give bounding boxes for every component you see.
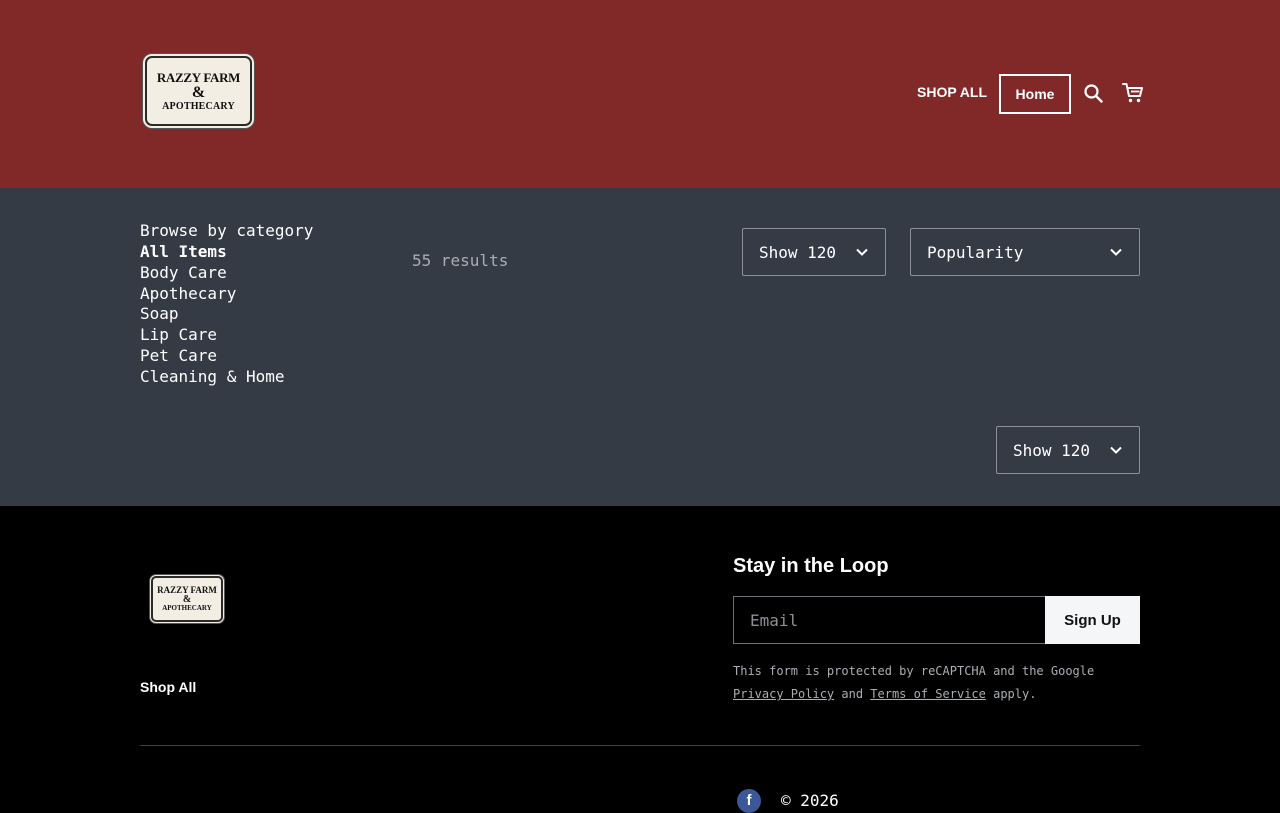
category-item-body-care[interactable]: Body Care	[140, 263, 285, 284]
logo-line-3: APOTHECARY	[162, 604, 212, 612]
browse-category-title: Browse by category	[140, 221, 314, 240]
footer-shop-all-link[interactable]: Shop All	[140, 679, 196, 695]
footer-logo[interactable]: RAZZY FARM & APOTHECARY	[151, 576, 223, 622]
category-item-cleaning-home[interactable]: Cleaning & Home	[140, 367, 285, 388]
terms-of-service-link[interactable]: Terms of Service	[870, 687, 986, 701]
category-item-pet-care[interactable]: Pet Care	[140, 346, 285, 367]
show-count-select-bottom[interactable]: Show 120	[996, 426, 1140, 474]
category-item-soap[interactable]: Soap	[140, 304, 285, 325]
nav-home-button[interactable]: Home	[999, 74, 1071, 114]
cart-icon[interactable]	[1122, 82, 1144, 104]
chevron-down-icon	[1110, 446, 1122, 454]
logo-line-2: &	[191, 83, 206, 101]
category-list: All Items Body Care Apothecary Soap Lip …	[140, 242, 285, 388]
results-count: 55 results	[412, 251, 509, 270]
site-header: RAZZY FARM & APOTHECARY SHOP ALL Home	[0, 0, 1280, 188]
category-item-apothecary[interactable]: Apothecary	[140, 284, 285, 305]
catalog-section: Browse by category All Items Body Care A…	[0, 188, 1280, 506]
recaptcha-prefix: This form is protected by reCAPTCHA and …	[733, 664, 1095, 678]
category-item-lip-care[interactable]: Lip Care	[140, 325, 285, 346]
recaptcha-and: and	[834, 687, 871, 701]
site-footer: RAZZY FARM & APOTHECARY Shop All Stay in…	[0, 506, 1280, 813]
site-logo[interactable]: RAZZY FARM & APOTHECARY	[145, 56, 252, 126]
recaptcha-apply: apply.	[985, 687, 1037, 701]
nav-shop-all-link[interactable]: SHOP ALL	[917, 84, 987, 100]
logo-line-3: APOTHECARY	[162, 100, 235, 112]
logo-line-1: RAZZY FARM	[156, 69, 241, 85]
sort-value: Popularity	[927, 242, 1024, 262]
chevron-down-icon	[1110, 248, 1122, 256]
category-item-all-items[interactable]: All Items	[140, 242, 285, 263]
copyright-text: © 2026	[781, 791, 839, 810]
privacy-policy-link[interactable]: Privacy Policy	[733, 687, 834, 701]
newsletter-title: Stay in the Loop	[733, 555, 889, 577]
show-count-value: Show 120	[759, 242, 837, 262]
facebook-icon[interactable]: f	[737, 789, 761, 813]
footer-divider	[140, 745, 1140, 746]
show-count-select-top[interactable]: Show 120	[742, 228, 886, 276]
sort-select[interactable]: Popularity	[910, 228, 1140, 276]
show-count-value: Show 120	[1013, 440, 1091, 460]
chevron-down-icon	[856, 248, 868, 256]
sign-up-button[interactable]: Sign Up	[1045, 596, 1140, 644]
email-input[interactable]	[733, 596, 1046, 644]
recaptcha-notice: This form is protected by reCAPTCHA and …	[733, 660, 1143, 706]
search-icon[interactable]	[1083, 83, 1103, 103]
